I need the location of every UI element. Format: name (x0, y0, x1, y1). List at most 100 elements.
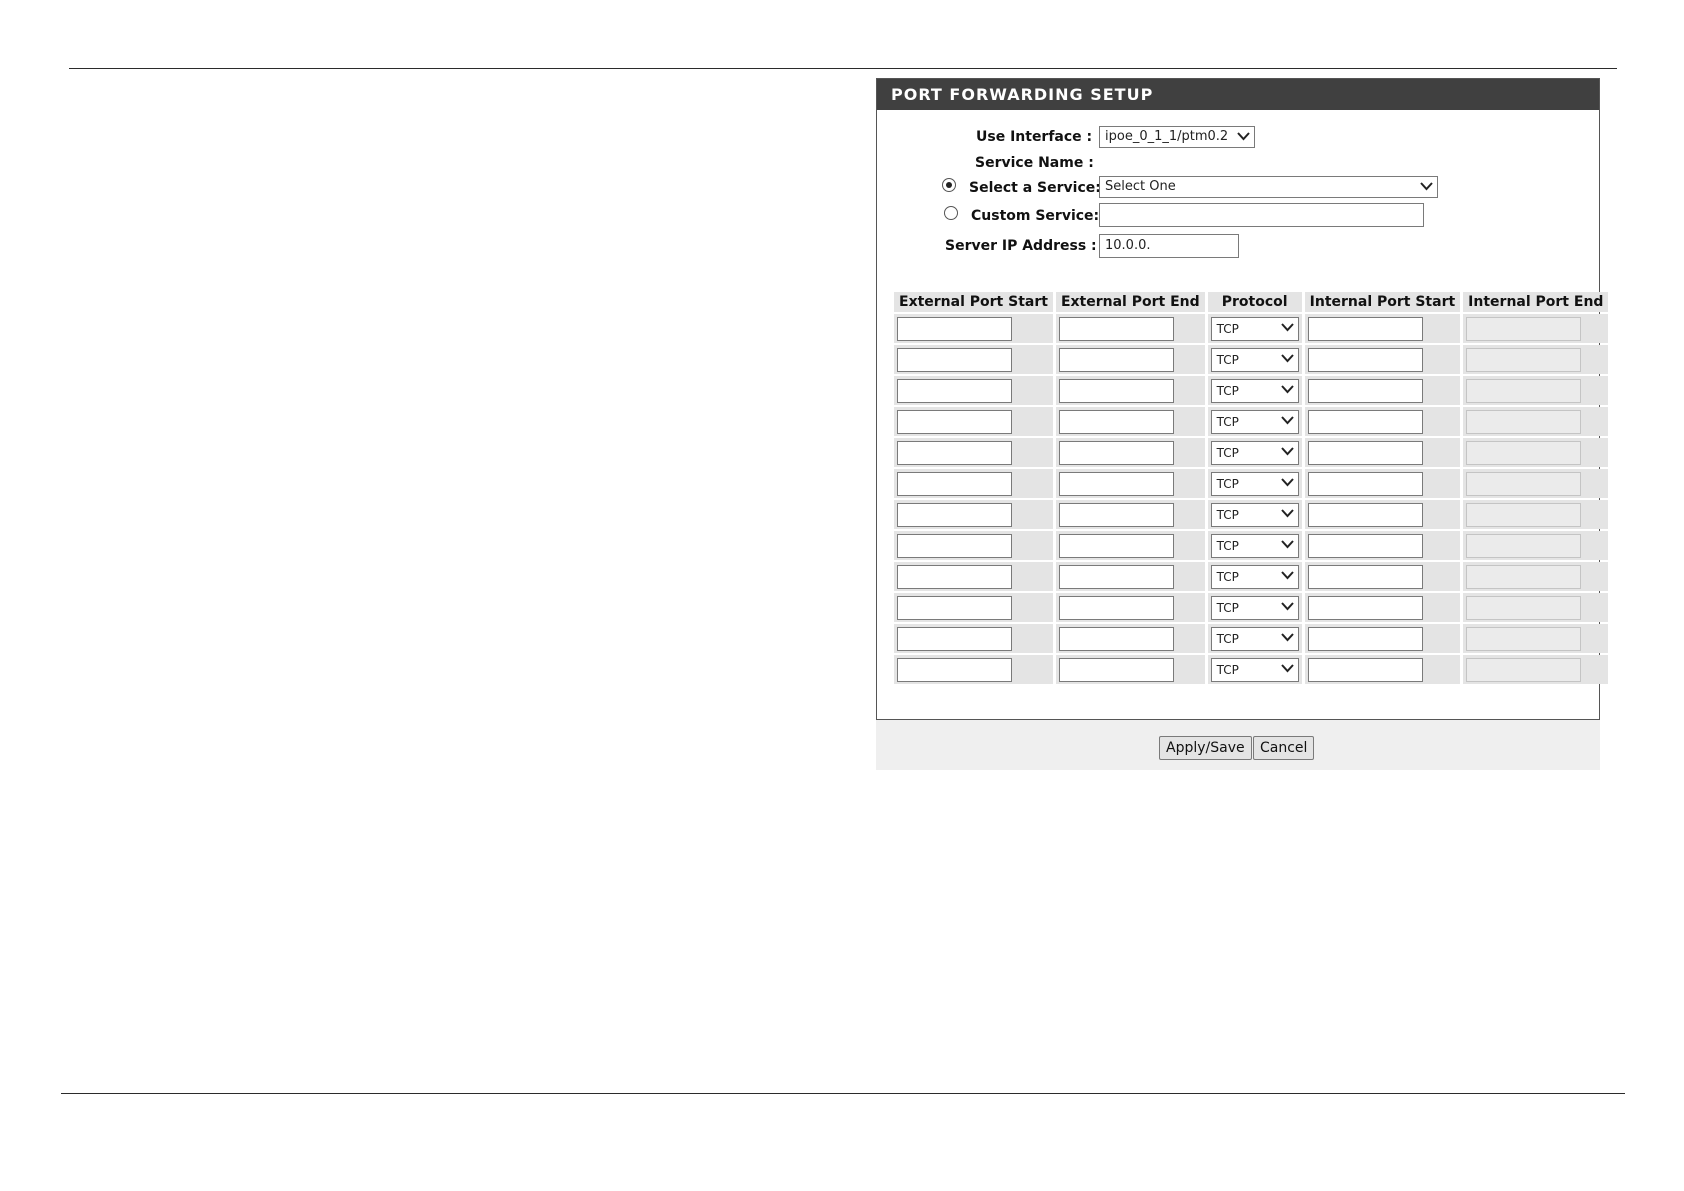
protocol-select[interactable]: TCP (1210, 471, 1299, 496)
table-cell (894, 314, 1053, 343)
external-port-start-input[interactable] (897, 440, 1012, 465)
table-cell: TCP (1207, 469, 1302, 498)
table-cell (1304, 531, 1461, 560)
cancel-button[interactable]: Cancel (1253, 736, 1315, 760)
protocol-value: TCP (1216, 445, 1239, 460)
internal-port-start-input[interactable] (1307, 440, 1423, 465)
external-port-start-input[interactable] (897, 657, 1012, 682)
table-cell (1055, 469, 1205, 498)
table-row: TCP (894, 562, 1609, 591)
internal-port-end-input (1466, 409, 1582, 434)
internal-port-start-input[interactable] (1307, 564, 1423, 589)
apply-save-button[interactable]: Apply/Save (1159, 736, 1252, 760)
internal-port-start-input[interactable] (1307, 657, 1423, 682)
external-port-end-input[interactable] (1058, 657, 1174, 682)
external-port-start-input[interactable] (897, 378, 1012, 403)
protocol-select[interactable]: TCP (1210, 409, 1299, 434)
external-port-start-input[interactable] (897, 564, 1012, 589)
table-cell (894, 624, 1053, 653)
external-port-end-input[interactable] (1058, 347, 1174, 372)
internal-port-start-input[interactable] (1307, 347, 1423, 372)
internal-port-start-input[interactable] (1307, 626, 1423, 651)
table-cell (894, 562, 1053, 591)
custom-service-radio[interactable] (944, 206, 958, 220)
protocol-value: TCP (1216, 569, 1239, 584)
internal-port-end-input (1466, 471, 1582, 496)
external-port-end-input[interactable] (1058, 595, 1174, 620)
external-port-start-input[interactable] (897, 347, 1012, 372)
external-port-end-input[interactable] (1058, 409, 1174, 434)
internal-port-start-input[interactable] (1307, 378, 1423, 403)
protocol-select[interactable]: TCP (1210, 533, 1299, 558)
protocol-select[interactable]: TCP (1210, 564, 1299, 589)
table-cell (894, 655, 1053, 684)
external-port-end-input[interactable] (1058, 378, 1174, 403)
protocol-select[interactable]: TCP (1210, 595, 1299, 620)
table-cell: TCP (1207, 314, 1302, 343)
table-cell: TCP (1207, 624, 1302, 653)
select-service-radio[interactable] (942, 178, 956, 192)
external-port-end-input[interactable] (1058, 564, 1174, 589)
external-port-start-input[interactable] (897, 316, 1012, 341)
external-port-start-input[interactable] (897, 471, 1012, 496)
use-interface-label: Use Interface : (976, 129, 1093, 145)
chevron-down-icon (1280, 477, 1294, 486)
table-cell (1055, 624, 1205, 653)
chevron-down-icon (1280, 632, 1294, 641)
protocol-select[interactable]: TCP (1210, 657, 1299, 682)
chevron-down-icon (1280, 663, 1294, 672)
table-cell (1463, 500, 1609, 529)
radio-selected-dot (946, 182, 952, 188)
table-row: TCP (894, 345, 1609, 374)
table-cell (1304, 562, 1461, 591)
table-cell (1304, 469, 1461, 498)
internal-port-start-input[interactable] (1307, 471, 1423, 496)
table-row: TCP (894, 438, 1609, 467)
table-cell (894, 376, 1053, 405)
external-port-start-input[interactable] (897, 533, 1012, 558)
select-service-dropdown[interactable]: Select One (1099, 176, 1438, 198)
internal-port-start-input[interactable] (1307, 595, 1423, 620)
internal-port-start-input[interactable] (1307, 502, 1423, 527)
button-bar: Apply/Save Cancel (876, 720, 1600, 770)
internal-port-start-input[interactable] (1307, 533, 1423, 558)
port-table: External Port Start External Port End Pr… (891, 290, 1611, 686)
table-cell (1463, 345, 1609, 374)
table-cell (894, 500, 1053, 529)
external-port-start-input[interactable] (897, 626, 1012, 651)
table-cell (1055, 593, 1205, 622)
internal-port-start-input[interactable] (1307, 316, 1423, 341)
col-external-port-start: External Port Start (894, 292, 1053, 312)
table-row: TCP (894, 593, 1609, 622)
protocol-select[interactable]: TCP (1210, 378, 1299, 403)
protocol-select[interactable]: TCP (1210, 626, 1299, 651)
table-cell (1055, 655, 1205, 684)
protocol-select[interactable]: TCP (1210, 347, 1299, 372)
table-cell: TCP (1207, 407, 1302, 436)
table-header-row: External Port Start External Port End Pr… (894, 292, 1609, 312)
table-cell (1055, 314, 1205, 343)
external-port-end-input[interactable] (1058, 502, 1174, 527)
external-port-end-input[interactable] (1058, 440, 1174, 465)
internal-port-start-input[interactable] (1307, 409, 1423, 434)
external-port-end-input[interactable] (1058, 316, 1174, 341)
chevron-down-icon (1420, 182, 1433, 191)
protocol-select[interactable]: TCP (1210, 316, 1299, 341)
custom-service-input[interactable] (1099, 203, 1424, 227)
chevron-down-icon (1280, 601, 1294, 610)
external-port-start-input[interactable] (897, 595, 1012, 620)
use-interface-select[interactable]: ipoe_0_1_1/ptm0.2 (1099, 126, 1255, 148)
protocol-select[interactable]: TCP (1210, 440, 1299, 465)
external-port-end-input[interactable] (1058, 471, 1174, 496)
external-port-end-input[interactable] (1058, 533, 1174, 558)
table-cell (1463, 655, 1609, 684)
external-port-start-input[interactable] (897, 409, 1012, 434)
table-cell (894, 407, 1053, 436)
protocol-select[interactable]: TCP (1210, 502, 1299, 527)
server-ip-input[interactable]: 10.0.0. (1099, 234, 1239, 258)
protocol-value: TCP (1216, 538, 1239, 553)
external-port-start-input[interactable] (897, 502, 1012, 527)
protocol-value: TCP (1216, 631, 1239, 646)
external-port-end-input[interactable] (1058, 626, 1174, 651)
protocol-value: TCP (1216, 662, 1239, 677)
